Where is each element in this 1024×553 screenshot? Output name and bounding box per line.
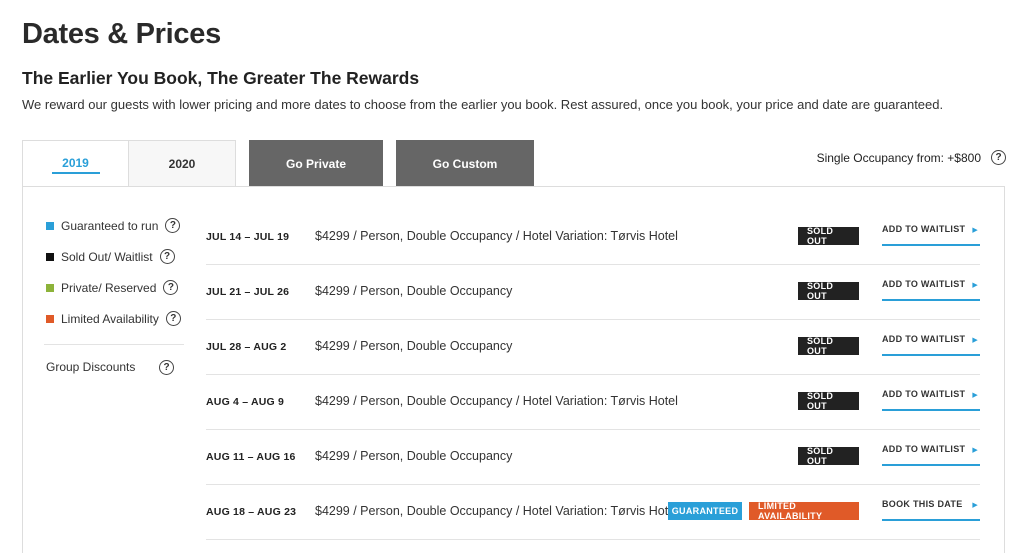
sold-out-badge: SOLD OUT bbox=[798, 226, 859, 246]
single-occupancy-text: Single Occupancy from: +$800 bbox=[816, 150, 981, 165]
guaranteed-badge: GUARANTEED bbox=[668, 502, 742, 520]
action-label: ADD TO WAITLIST bbox=[882, 279, 966, 289]
go-private-label: Go Private bbox=[285, 156, 347, 171]
legend-label: Guaranteed to run bbox=[61, 218, 159, 233]
book-this-date-button[interactable]: BOOK THIS DATE ▶ bbox=[882, 499, 980, 521]
date-row: AUG 18 – AUG 23 $4299 / Person, Double O… bbox=[206, 485, 980, 540]
arrow-right-icon: ▶ bbox=[972, 502, 978, 509]
date-row: JUL 21 – JUL 26 $4299 / Person, Double O… bbox=[206, 265, 980, 320]
action-label: ADD TO WAITLIST bbox=[882, 389, 966, 399]
group-discounts-label: Group Discounts bbox=[46, 360, 136, 374]
action-label: ADD TO WAITLIST bbox=[882, 224, 966, 234]
help-icon[interactable]: ? bbox=[165, 311, 181, 326]
tab-2020[interactable]: 2020 bbox=[129, 140, 236, 187]
help-icon[interactable]: ? bbox=[991, 150, 1006, 165]
price-description: $4299 / Person, Double Occupancy bbox=[315, 449, 513, 463]
add-to-waitlist-button[interactable]: ADD TO WAITLIST ▶ bbox=[882, 224, 980, 246]
price-description: $4299 / Person, Double Occupancy bbox=[315, 284, 513, 298]
date-row: JUL 14 – JUL 19 $4299 / Person, Double O… bbox=[206, 210, 980, 265]
price-description: $4299 / Person, Double Occupancy / Hotel… bbox=[315, 504, 678, 518]
limited-availability-badge: LIMITED AVAILABILITY bbox=[749, 501, 859, 521]
legend-label: Sold Out/ Waitlist bbox=[61, 249, 153, 264]
go-custom-label: Go Custom bbox=[432, 156, 498, 171]
action-label: ADD TO WAITLIST bbox=[882, 444, 966, 454]
arrow-right-icon: ▶ bbox=[972, 282, 978, 289]
legend: Guaranteed to run ? Sold Out/ Waitlist ?… bbox=[44, 210, 186, 377]
group-discounts[interactable]: Group Discounts ? bbox=[46, 357, 174, 377]
date-range: AUG 11 – AUG 16 bbox=[206, 451, 296, 463]
arrow-right-icon: ▶ bbox=[972, 447, 978, 454]
arrow-right-icon: ▶ bbox=[972, 227, 978, 234]
add-to-waitlist-button[interactable]: ADD TO WAITLIST ▶ bbox=[882, 389, 980, 411]
date-row: JUL 28 – AUG 2 $4299 / Person, Double Oc… bbox=[206, 320, 980, 375]
action-label: ADD TO WAITLIST bbox=[882, 334, 966, 344]
help-icon[interactable]: ? bbox=[165, 218, 181, 233]
add-to-waitlist-button[interactable]: ADD TO WAITLIST ▶ bbox=[882, 279, 980, 301]
price-description: $4299 / Person, Double Occupancy / Hotel… bbox=[315, 229, 678, 243]
date-range: AUG 4 – AUG 9 bbox=[206, 396, 285, 408]
tab-bar: 2019 2020 Go Private Go Custom bbox=[22, 140, 534, 187]
intro-text: We reward our guests with lower pricing … bbox=[22, 97, 944, 112]
sold-out-badge: SOLD OUT bbox=[798, 391, 859, 411]
date-range: JUL 21 – JUL 26 bbox=[206, 286, 290, 298]
help-icon[interactable]: ? bbox=[159, 359, 174, 375]
help-icon[interactable]: ? bbox=[159, 249, 175, 264]
tab-2020-label: 2020 bbox=[168, 156, 196, 171]
sold-out-color-swatch bbox=[46, 252, 54, 261]
tab-2019-label: 2019 bbox=[62, 155, 89, 170]
page-title: Dates & Prices bbox=[22, 18, 221, 50]
single-occupancy-info: Single Occupancy from: +$800 ? bbox=[817, 150, 1006, 165]
action-label: BOOK THIS DATE bbox=[882, 499, 963, 509]
price-description: $4299 / Person, Double Occupancy bbox=[315, 339, 513, 353]
go-custom-button[interactable]: Go Custom bbox=[396, 140, 534, 187]
legend-label: Limited Availability bbox=[61, 311, 159, 326]
add-to-waitlist-button[interactable]: ADD TO WAITLIST ▶ bbox=[882, 444, 980, 466]
date-row: AUG 4 – AUG 9 $4299 / Person, Double Occ… bbox=[206, 375, 980, 430]
help-icon[interactable]: ? bbox=[163, 280, 179, 295]
price-description: $4299 / Person, Double Occupancy / Hotel… bbox=[315, 394, 678, 408]
date-range: JUL 14 – JUL 19 bbox=[206, 231, 290, 243]
date-range: JUL 28 – AUG 2 bbox=[206, 341, 287, 353]
tab-2019[interactable]: 2019 bbox=[22, 140, 129, 187]
tab-active-underline bbox=[52, 172, 100, 174]
sold-out-badge: SOLD OUT bbox=[798, 336, 859, 356]
legend-item-guaranteed: Guaranteed to run ? bbox=[46, 210, 186, 241]
arrow-right-icon: ▶ bbox=[972, 392, 978, 399]
date-row: AUG 11 – AUG 16 $4299 / Person, Double O… bbox=[206, 430, 980, 485]
legend-item-limited: Limited Availability ? bbox=[46, 303, 186, 334]
arrow-right-icon: ▶ bbox=[972, 337, 978, 344]
legend-item-private: Private/ Reserved ? bbox=[46, 272, 186, 303]
page-subtitle: The Earlier You Book, The Greater The Re… bbox=[22, 68, 420, 88]
add-to-waitlist-button[interactable]: ADD TO WAITLIST ▶ bbox=[882, 334, 980, 356]
date-range: AUG 18 – AUG 23 bbox=[206, 506, 297, 518]
legend-label: Private/ Reserved bbox=[61, 280, 157, 295]
guaranteed-color-swatch bbox=[46, 221, 54, 230]
sold-out-badge: SOLD OUT bbox=[798, 281, 859, 301]
sold-out-badge: SOLD OUT bbox=[798, 446, 859, 466]
legend-item-sold-out: Sold Out/ Waitlist ? bbox=[46, 241, 186, 272]
limited-color-swatch bbox=[46, 314, 54, 323]
legend-divider bbox=[44, 344, 184, 345]
private-color-swatch bbox=[46, 283, 54, 292]
go-private-button[interactable]: Go Private bbox=[249, 140, 383, 187]
date-list: JUL 14 – JUL 19 $4299 / Person, Double O… bbox=[206, 210, 980, 540]
